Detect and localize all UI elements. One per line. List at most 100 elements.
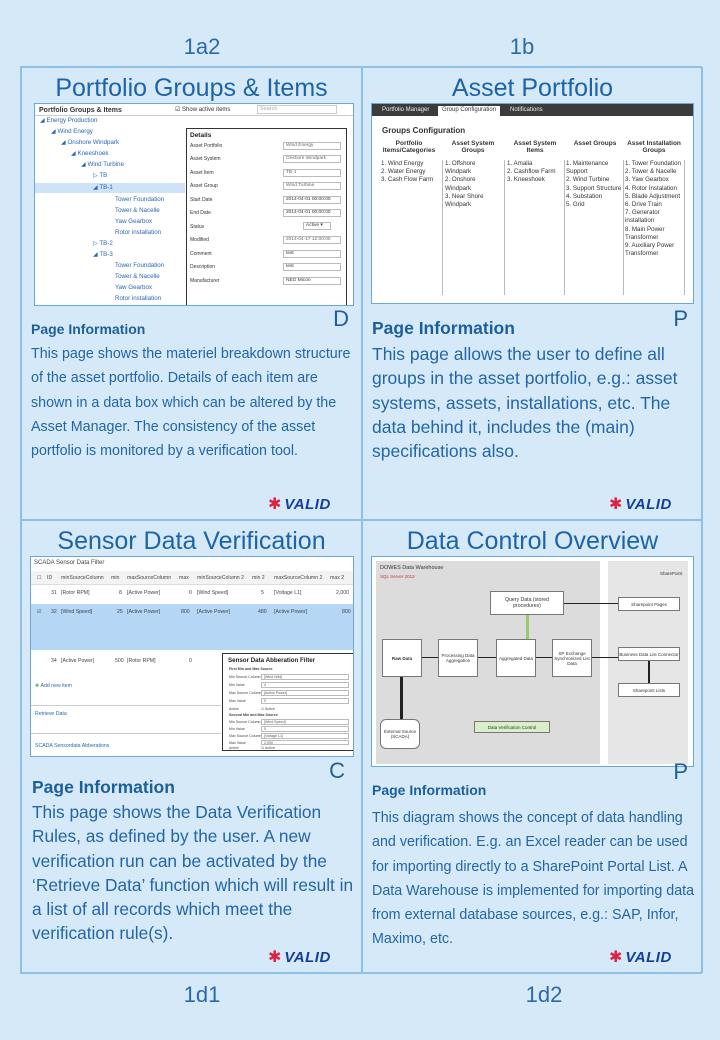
active-checkbox[interactable]: ☑ Active [261, 707, 275, 711]
tree-item[interactable]: ▷ TB [93, 172, 107, 179]
processing-box: Processing Data Aggregation [438, 639, 478, 677]
detail-label: Modified [190, 237, 209, 243]
tree-item[interactable]: Tower & Nacelle [115, 207, 160, 214]
tree-item[interactable]: Yaw Gearbox [115, 218, 152, 225]
info-text: This diagram shows the concept of data h… [372, 810, 695, 948]
list-item[interactable]: 1. Offshore Windpark [445, 160, 503, 176]
detail-field[interactable]: Wind Turbine [283, 182, 341, 190]
detail-label: Asset Group [190, 183, 218, 189]
list-item[interactable]: 1. Amalia [507, 160, 563, 168]
list-item[interactable]: 9. Auxiliary Power Transformer [625, 242, 684, 258]
list-item[interactable]: 7. Generator installation [625, 209, 684, 225]
list-item[interactable]: 1. Wind Energy [381, 160, 441, 168]
search-input[interactable]: Search [257, 105, 337, 114]
panel-data-control-overview: Data Control Overview DOWES Data Warehou… [362, 520, 703, 973]
tab-notifications[interactable]: Notifications [506, 106, 547, 116]
table-row[interactable]: 31 [Rotor RPM] 8 [Active Power] 0 [Wind … [31, 588, 353, 600]
filter-field[interactable]: 5 [261, 726, 349, 732]
list-item[interactable]: 4. Substation [566, 193, 623, 201]
filter-title: Sensor Data Abberation Filter [228, 657, 316, 664]
tree-item[interactable]: Rotor installation [115, 295, 161, 302]
filter-section: First Min and Max Source [229, 667, 273, 671]
list-item[interactable]: 3. Yaw Gearbox [625, 176, 684, 184]
tree-item[interactable]: Tower Foundation [115, 196, 164, 203]
detail-field[interactable]: Onshore Windpark [283, 155, 341, 163]
detail-field[interactable]: test [283, 250, 341, 258]
panel-grid: Portfolio Groups & Items Portfolio Group… [20, 66, 703, 974]
details-box: Details Asset Portfolio Wind Energy Asse… [186, 128, 347, 305]
list-item[interactable]: 6. Drive Train [625, 201, 684, 209]
detail-label: Description [190, 264, 216, 270]
list-item[interactable]: 3. Near Shore Windpark [445, 193, 503, 209]
detail-field[interactable]: test [283, 263, 341, 271]
retrieve-data-button[interactable]: Retrieve Data [35, 711, 67, 717]
list-item[interactable]: 2. Onshore Windpark [445, 176, 503, 192]
valid-logo: ✱ VALID [609, 948, 672, 967]
footer-link[interactable]: SCADA Sensordata Abberations [35, 743, 109, 749]
filter-field[interactable]: 2,000 [261, 740, 349, 745]
tab-group-configuration[interactable]: Group Configuration [438, 106, 501, 116]
list-item[interactable]: 1. Maintenance Support [566, 160, 623, 176]
filter-field[interactable]: 0 [261, 698, 349, 704]
column-list: 1. Amalia 2. Cashflow Farm 3. Kneeshoek [507, 160, 563, 185]
sharepoint-logo: SharePoint [660, 571, 683, 576]
list-item[interactable]: 5. Blade Adjustment [625, 193, 684, 201]
tree-item[interactable]: Yaw Gearbox [115, 284, 152, 291]
detail-field[interactable]: NEG Micon [283, 277, 341, 285]
panel-corner-letter: C [329, 758, 345, 783]
list-item[interactable]: 3. Kneeshoek [507, 176, 563, 184]
detail-label: End Date [190, 210, 211, 216]
filter-field[interactable]: 4 [261, 682, 349, 688]
panel-title: Data Control Overview [406, 527, 659, 555]
add-new-item-link[interactable]: ✚ Add new item [35, 683, 72, 689]
list-item[interactable]: 3. Cash Flow Farm [381, 176, 441, 184]
list-item[interactable]: 8. Main Power Transformer [625, 226, 684, 242]
column-header: Asset Installation Groups [627, 140, 681, 154]
detail-field[interactable]: TB-1 [283, 169, 341, 177]
tree-item[interactable]: ◢ Wind Energy [51, 128, 93, 135]
tab-portfolio-manager[interactable]: Portfolio Manager [378, 106, 433, 116]
detail-field[interactable]: 2014-04-01 00:00:00 [283, 196, 341, 204]
dw-title: DOWES Data Warehouse [380, 565, 444, 571]
filter-field[interactable]: [Active Power] [261, 690, 349, 696]
show-active-checkbox[interactable]: ☑ Show active items [175, 106, 230, 113]
filter-section: Second Min and Max Source [229, 713, 278, 717]
raw-data-box: Raw Data [382, 639, 422, 677]
sharepoint-lists-box: Sharepoint Lists [618, 683, 680, 697]
tree-item[interactable]: Tower & Nacelle [115, 273, 160, 280]
list-item[interactable]: 2. Cashflow Farm [507, 168, 563, 176]
detail-field[interactable]: 2014-04-17 12:00:00 [283, 236, 341, 244]
tree-item[interactable]: ◢ Onshore Windpark [61, 139, 119, 146]
status-select[interactable]: Active ▾ [303, 222, 331, 230]
detail-field[interactable]: 2014-04-01 00:00:00 [283, 209, 341, 217]
list-item[interactable]: 2. Wind Turbine [566, 176, 623, 184]
list-item[interactable]: 1. Tower Foundation [625, 160, 684, 168]
list-item[interactable]: 2. Water Energy [381, 168, 441, 176]
tree-item[interactable]: ◢ Energy Production [40, 117, 97, 124]
filter-field[interactable]: [Wind Wild] [261, 674, 349, 680]
filter-field[interactable]: [Wind Speed] [261, 719, 349, 725]
valid-logo: ✱ VALID [609, 495, 672, 514]
column-header: Asset System Groups [451, 140, 495, 154]
tree-item[interactable]: ◢ Kneeshoek [71, 150, 108, 157]
tree-item[interactable]: ◢ TB-3 [93, 251, 113, 258]
list-item[interactable]: 3. Support Structure [566, 185, 623, 193]
tree-item[interactable]: Tower Foundation [115, 262, 164, 269]
tree-item[interactable]: ◢ Wind Turbine [81, 161, 124, 168]
label-bottom-left: 1d1 [183, 982, 221, 1007]
tree-item[interactable]: Rotor installation [115, 229, 161, 236]
column-list: 1. Maintenance Support 2. Wind Turbine 3… [566, 160, 623, 209]
tree-item[interactable]: ◢ TB-1 [93, 184, 113, 191]
list-item[interactable]: 4. Rotor Instalation [625, 185, 684, 193]
filter-field[interactable]: [Voltage L1] [261, 733, 349, 739]
list-item[interactable]: 5. Grid [566, 201, 623, 209]
panel-sensor-data-verification: Sensor Data Verification SCADA Sensor Da… [21, 520, 362, 973]
detail-field[interactable]: Wind Energy [283, 142, 341, 150]
list-item[interactable]: 2. Tower & Nacelle [625, 168, 684, 176]
detail-label: Start Date [190, 197, 213, 203]
info-heading: Page Information [32, 777, 175, 797]
active-checkbox[interactable]: ☑ Active [261, 746, 275, 750]
table-row-selected[interactable]: ☑ 32 [Wind Speed] 25 [Active Power] 800 … [31, 604, 353, 650]
tree-item[interactable]: ▷ TB-2 [93, 240, 113, 247]
sql-server-logo: SQL Server 2012 [380, 574, 415, 579]
